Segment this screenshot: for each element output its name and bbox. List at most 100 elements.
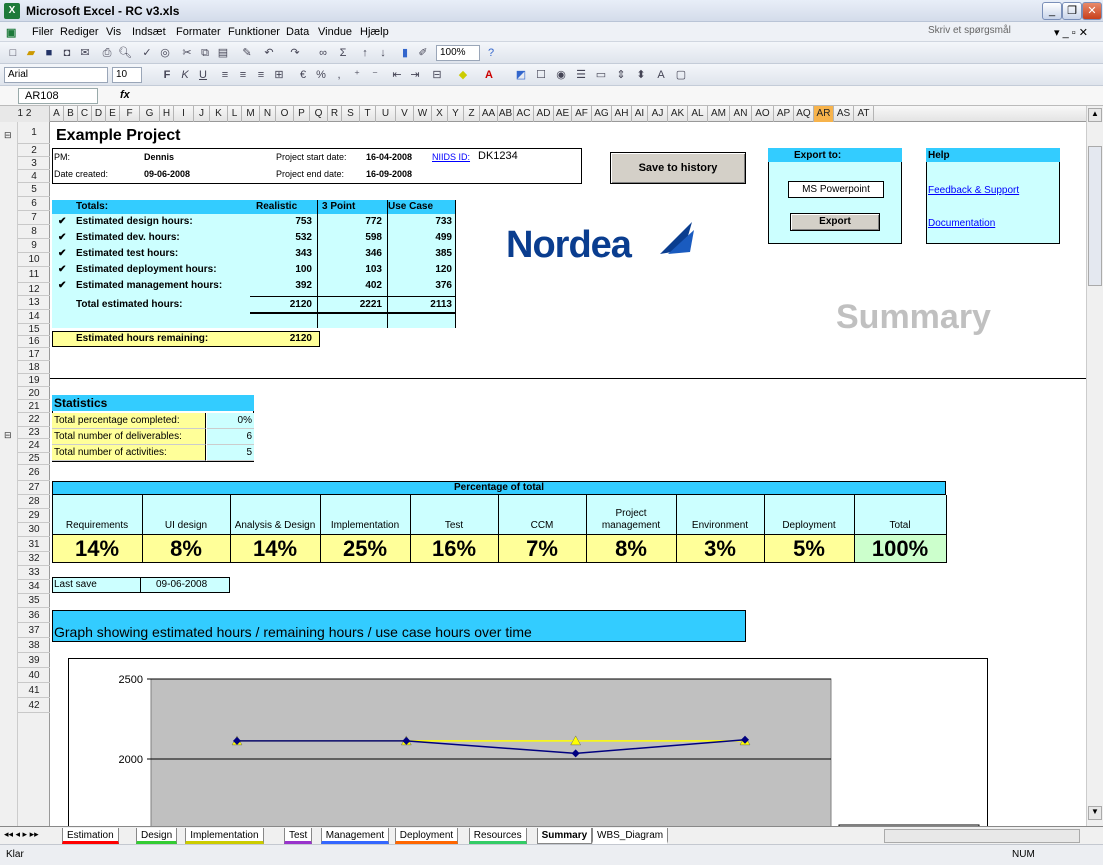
totals-row-3point[interactable]: 402 bbox=[318, 280, 382, 291]
sort-desc-icon[interactable]: ↓ bbox=[376, 46, 390, 60]
stat-value[interactable]: 5 bbox=[208, 447, 252, 458]
totals-row-realistic[interactable]: 343 bbox=[250, 248, 312, 259]
decrease-decimal-icon[interactable]: ⁻ bbox=[368, 68, 382, 82]
doc-window-controls[interactable]: ▾ _ ▫ ✕ bbox=[1054, 26, 1088, 39]
combo-tool-icon[interactable]: ▭ bbox=[594, 68, 608, 82]
print-preview-icon[interactable]: 🔍︎ bbox=[118, 46, 132, 60]
column-header-ao[interactable]: AO bbox=[752, 106, 774, 122]
stat-value[interactable]: 0% bbox=[208, 415, 252, 426]
tab-scroll-arrows[interactable]: ◂◂ ◂ ▸ ▸▸ bbox=[4, 829, 39, 840]
paste-icon[interactable]: ▤ bbox=[216, 46, 230, 60]
permission-icon[interactable]: ◘ bbox=[60, 46, 74, 60]
label-tool-icon[interactable]: A bbox=[654, 68, 668, 82]
vertical-scrollbar[interactable]: ▲ ▼ bbox=[1086, 106, 1103, 826]
totals-row-usecase[interactable]: 733 bbox=[388, 216, 452, 227]
menu-filer[interactable]: Filer bbox=[32, 26, 53, 38]
stat-value[interactable]: 6 bbox=[208, 431, 252, 442]
column-header-v[interactable]: V bbox=[396, 106, 414, 122]
restore-button[interactable]: ❐ bbox=[1062, 2, 1082, 20]
column-header-d[interactable]: D bbox=[92, 106, 106, 122]
row-header-12[interactable]: 12 bbox=[18, 283, 50, 296]
column-header-ak[interactable]: AK bbox=[668, 106, 688, 122]
align-center-icon[interactable]: ≡ bbox=[236, 68, 250, 82]
row-header-19[interactable]: 19 bbox=[18, 374, 50, 387]
research-icon[interactable]: ◎ bbox=[158, 46, 172, 60]
row-header-35[interactable]: 35 bbox=[18, 594, 50, 608]
scroll-tool-icon[interactable]: ⇕ bbox=[614, 68, 628, 82]
name-box[interactable]: AR108 bbox=[18, 88, 98, 104]
niids-value[interactable]: DK1234 bbox=[478, 150, 518, 162]
row-header-29[interactable]: 29 bbox=[18, 509, 50, 523]
row-header-4[interactable]: 4 bbox=[18, 170, 50, 183]
sheet-tab-implementation[interactable]: Implementation bbox=[185, 828, 264, 844]
totals-row-realistic[interactable]: 532 bbox=[250, 232, 312, 243]
row-header-24[interactable]: 24 bbox=[18, 439, 50, 453]
row-header-7[interactable]: 7 bbox=[18, 211, 50, 225]
borders-icon[interactable]: ⊟ bbox=[430, 68, 444, 82]
column-header-af[interactable]: AF bbox=[572, 106, 592, 122]
increase-decimal-icon[interactable]: ⁺ bbox=[350, 68, 364, 82]
column-header-ae[interactable]: AE bbox=[554, 106, 572, 122]
column-header-ah[interactable]: AH bbox=[612, 106, 632, 122]
sheet-tab-test[interactable]: Test bbox=[284, 828, 313, 844]
row-header-13[interactable]: 13 bbox=[18, 296, 50, 310]
row-header-14[interactable]: 14 bbox=[18, 310, 50, 324]
worksheet[interactable]: Example Project PM: Dennis Date created:… bbox=[50, 122, 1086, 826]
row-header-3[interactable]: 3 bbox=[18, 157, 50, 170]
outline-level-buttons[interactable]: 1 2 bbox=[0, 106, 50, 122]
column-header-x[interactable]: X bbox=[432, 106, 448, 122]
row-header-17[interactable]: 17 bbox=[18, 348, 50, 361]
row-header-9[interactable]: 9 bbox=[18, 239, 50, 253]
pct-value[interactable]: 25% bbox=[320, 536, 410, 562]
font-select[interactable]: Arial bbox=[4, 67, 108, 83]
print-icon[interactable]: ⎙ bbox=[100, 46, 114, 60]
total-3point[interactable]: 2221 bbox=[318, 299, 382, 310]
row-header-36[interactable]: 36 bbox=[18, 608, 50, 623]
sheet-tab-resources[interactable]: Resources bbox=[468, 828, 527, 844]
column-header-an[interactable]: AN bbox=[730, 106, 752, 122]
cut-icon[interactable]: ✂ bbox=[180, 46, 194, 60]
align-right-icon[interactable]: ≡ bbox=[254, 68, 268, 82]
redo-icon[interactable]: ↷ bbox=[288, 46, 302, 60]
zoom-select[interactable]: 100% bbox=[436, 45, 480, 61]
sheet-tab-estimation[interactable]: Estimation bbox=[62, 828, 119, 844]
autosum-icon[interactable]: Σ bbox=[336, 46, 350, 60]
row-header-42[interactable]: 42 bbox=[18, 698, 50, 713]
total-usecase[interactable]: 2113 bbox=[388, 299, 452, 310]
project-title[interactable]: Example Project bbox=[56, 127, 181, 145]
last-save-value[interactable]: 09-06-2008 bbox=[156, 579, 207, 590]
totals-row-3point[interactable]: 103 bbox=[318, 264, 382, 275]
row-header-8[interactable]: 8 bbox=[18, 225, 50, 239]
help-icon[interactable]: ? bbox=[484, 46, 498, 60]
column-header-e[interactable]: E bbox=[106, 106, 120, 122]
pct-value[interactable]: 8% bbox=[142, 536, 230, 562]
column-header-ad[interactable]: AD bbox=[534, 106, 554, 122]
column-header-g[interactable]: G bbox=[140, 106, 160, 122]
column-header-c[interactable]: C bbox=[78, 106, 92, 122]
group-box-icon[interactable]: ▢ bbox=[674, 68, 688, 82]
total-realistic[interactable]: 2120 bbox=[250, 299, 312, 310]
scroll-thumb[interactable] bbox=[1088, 146, 1102, 286]
percent-icon[interactable]: % bbox=[314, 68, 328, 82]
row-header-25[interactable]: 25 bbox=[18, 453, 50, 465]
row-header-27[interactable]: 27 bbox=[18, 481, 50, 495]
save-icon[interactable]: ■ bbox=[42, 46, 56, 60]
column-header-s[interactable]: S bbox=[342, 106, 360, 122]
collapse-group-icon[interactable]: ⊟ bbox=[4, 130, 12, 141]
totals-row-3point[interactable]: 772 bbox=[318, 216, 382, 227]
column-header-ar[interactable]: AR bbox=[814, 106, 834, 122]
pm-value[interactable]: Dennis bbox=[144, 152, 174, 162]
merge-center-icon[interactable]: ⊞ bbox=[272, 68, 286, 82]
column-header-k[interactable]: K bbox=[210, 106, 228, 122]
drawing-icon[interactable]: ✐ bbox=[416, 46, 430, 60]
row-header-33[interactable]: 33 bbox=[18, 566, 50, 580]
doc-icon[interactable]: ▣ bbox=[6, 26, 16, 39]
forms-toolbar-icon[interactable]: ◩ bbox=[514, 68, 528, 82]
pct-value[interactable]: 14% bbox=[52, 536, 142, 562]
totals-row-usecase[interactable]: 385 bbox=[388, 248, 452, 259]
column-header-p[interactable]: P bbox=[294, 106, 310, 122]
underline-icon[interactable]: U bbox=[196, 68, 210, 82]
row-header-22[interactable]: 22 bbox=[18, 413, 50, 427]
spelling-icon[interactable]: ✓ bbox=[140, 46, 154, 60]
totals-row-usecase[interactable]: 120 bbox=[388, 264, 452, 275]
